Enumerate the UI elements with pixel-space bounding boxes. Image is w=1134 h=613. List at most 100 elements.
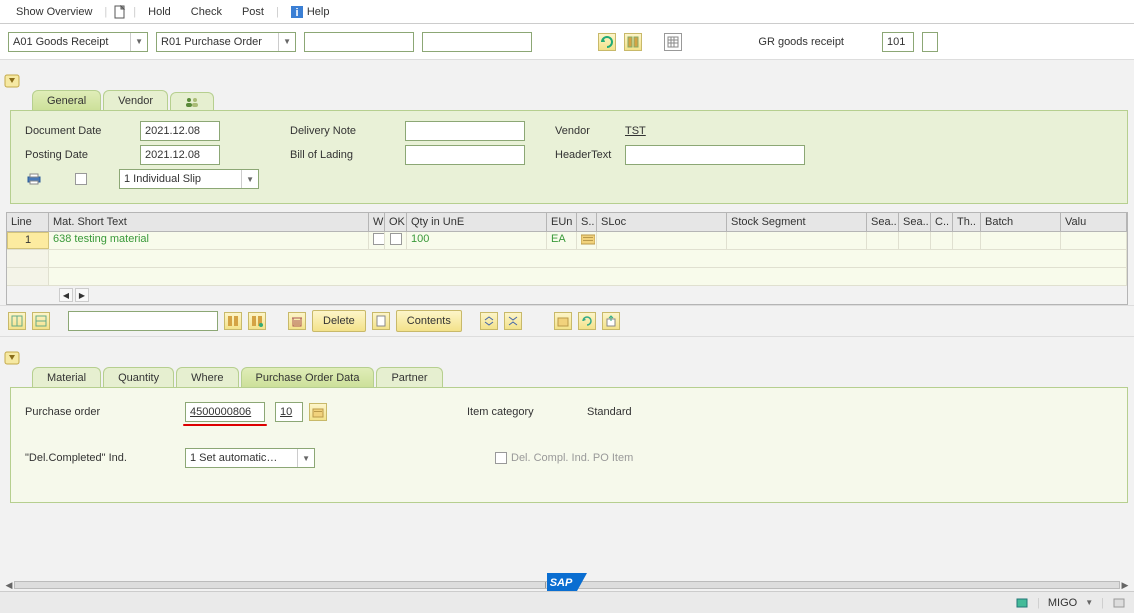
po-number-input[interactable] <box>304 32 414 52</box>
bill-of-lading-label: Bill of Lading <box>290 149 405 161</box>
cell-stockseg[interactable] <box>727 232 867 249</box>
col-w[interactable]: W <box>369 213 385 231</box>
status-extra-icon[interactable] <box>1112 597 1126 609</box>
po-detail-icon[interactable] <box>309 403 327 421</box>
document-date-label: Document Date <box>25 125 140 137</box>
cell-sloc[interactable] <box>597 232 727 249</box>
header-tabs: General Vendor <box>32 90 1134 110</box>
print-icon[interactable] <box>25 170 43 188</box>
cell-valu[interactable] <box>1061 232 1127 249</box>
tab-vendor[interactable]: Vendor <box>103 90 168 110</box>
cell-w[interactable] <box>369 232 385 249</box>
layout1-icon[interactable] <box>8 312 26 330</box>
tab-material[interactable]: Material <box>32 367 101 387</box>
col-sea2[interactable]: Sea.. <box>899 213 931 231</box>
chevron-down-icon: ▼ <box>241 170 254 188</box>
cell-c[interactable] <box>931 232 953 249</box>
trash-icon[interactable] <box>288 312 306 330</box>
col-mat[interactable]: Mat. Short Text <box>49 213 369 231</box>
col-line[interactable]: Line <box>7 213 49 231</box>
layout2-icon[interactable] <box>32 312 50 330</box>
expand-icon[interactable] <box>480 312 498 330</box>
chevron-down-icon[interactable]: ▼ <box>1085 598 1093 607</box>
po-number-value[interactable]: 4500000806 <box>185 402 265 422</box>
collapse-icon[interactable] <box>504 312 522 330</box>
help-button[interactable]: i Help <box>283 6 338 18</box>
cell-sea1[interactable] <box>867 232 899 249</box>
col-ok[interactable]: OK <box>385 213 407 231</box>
posting-date-input[interactable]: 2021.12.08 <box>140 145 220 165</box>
cell-eun[interactable]: EA <box>547 232 577 249</box>
cell-sea2[interactable] <box>899 232 931 249</box>
scroll-left-icon[interactable]: ◀ <box>4 580 14 591</box>
col-sea1[interactable]: Sea.. <box>867 213 899 231</box>
find-next-icon[interactable] <box>248 312 266 330</box>
table-row[interactable]: 1 638 testing material 100 EA <box>7 232 1127 250</box>
col-batch[interactable]: Batch <box>981 213 1061 231</box>
find-icon[interactable] <box>224 312 242 330</box>
cell-qty[interactable]: 100 <box>407 232 547 249</box>
new-doc-icon[interactable] <box>111 3 129 21</box>
po-item-value[interactable]: 10 <box>275 402 303 422</box>
cell-mat[interactable]: 638 testing material <box>49 232 369 249</box>
movement-type-extra[interactable] <box>922 32 938 52</box>
collapse-item-icon[interactable] <box>4 351 22 367</box>
delete-button[interactable]: Delete <box>312 310 366 332</box>
col-valu[interactable]: Valu <box>1061 213 1127 231</box>
cell-batch[interactable] <box>981 232 1061 249</box>
cell-line[interactable]: 1 <box>7 232 49 249</box>
col-stockseg[interactable]: Stock Segment <box>727 213 867 231</box>
scroll-right-icon[interactable]: ▶ <box>1120 580 1130 591</box>
tab-po-data[interactable]: Purchase Order Data <box>241 367 375 387</box>
col-qty[interactable]: Qty in UnE <box>407 213 547 231</box>
hold-button[interactable]: Hold <box>140 6 179 18</box>
refresh-icon[interactable] <box>578 312 596 330</box>
search-input[interactable] <box>68 311 218 331</box>
slip-dropdown[interactable]: 1 Individual Slip▼ <box>119 169 259 189</box>
col-th[interactable]: Th.. <box>953 213 981 231</box>
header-text-input[interactable] <box>625 145 805 165</box>
find-icon[interactable] <box>624 33 642 51</box>
store-icon[interactable] <box>554 312 572 330</box>
sloc-vh-icon[interactable] <box>581 233 592 245</box>
col-eun[interactable]: EUn <box>547 213 577 231</box>
col-sloc[interactable]: SLoc <box>597 213 727 231</box>
doc-icon[interactable] <box>372 312 390 330</box>
grid-icon[interactable] <box>664 33 682 51</box>
movement-type-input[interactable]: 101 <box>882 32 914 52</box>
col-s[interactable]: S.. <box>577 213 597 231</box>
col-c[interactable]: C.. <box>931 213 953 231</box>
tab-general[interactable]: General <box>32 90 101 110</box>
tab-partner-icon[interactable] <box>170 92 214 110</box>
print-checkbox[interactable] <box>75 173 87 185</box>
post-button[interactable]: Post <box>234 6 272 18</box>
scroll-right-icon[interactable]: ▶ <box>75 288 89 302</box>
collapse-header-icon[interactable] <box>4 74 22 90</box>
action-dropdown[interactable]: A01 Goods Receipt▼ <box>8 32 148 52</box>
tab-partner[interactable]: Partner <box>376 367 442 387</box>
po-item-input[interactable] <box>422 32 532 52</box>
check-button[interactable]: Check <box>183 6 230 18</box>
scroll-left-icon[interactable]: ◀ <box>59 288 73 302</box>
gr-label: GR goods receipt <box>758 36 844 48</box>
cell-ok[interactable] <box>385 232 407 249</box>
chevron-down-icon: ▼ <box>297 449 310 467</box>
delivery-note-input[interactable] <box>405 121 525 141</box>
tab-where[interactable]: Where <box>176 367 238 387</box>
document-date-input[interactable]: 2021.12.08 <box>140 121 220 141</box>
status-bar: | MIGO ▼ | <box>0 591 1134 613</box>
show-overview-button[interactable]: Show Overview <box>8 6 100 18</box>
status-system-icon[interactable] <box>1015 597 1029 609</box>
vendor-value[interactable]: TST <box>625 125 805 137</box>
bill-of-lading-input[interactable] <box>405 145 525 165</box>
del-compl-po-checkbox[interactable] <box>495 452 507 464</box>
tab-quantity[interactable]: Quantity <box>103 367 174 387</box>
del-completed-dropdown[interactable]: 1 Set automatic…▼ <box>185 448 315 468</box>
cell-th[interactable] <box>953 232 981 249</box>
execute-icon[interactable] <box>598 33 616 51</box>
table-row <box>7 250 1127 268</box>
ref-dropdown[interactable]: R01 Purchase Order▼ <box>156 32 296 52</box>
contents-button[interactable]: Contents <box>396 310 462 332</box>
cell-s[interactable] <box>577 232 597 249</box>
export-icon[interactable] <box>602 312 620 330</box>
